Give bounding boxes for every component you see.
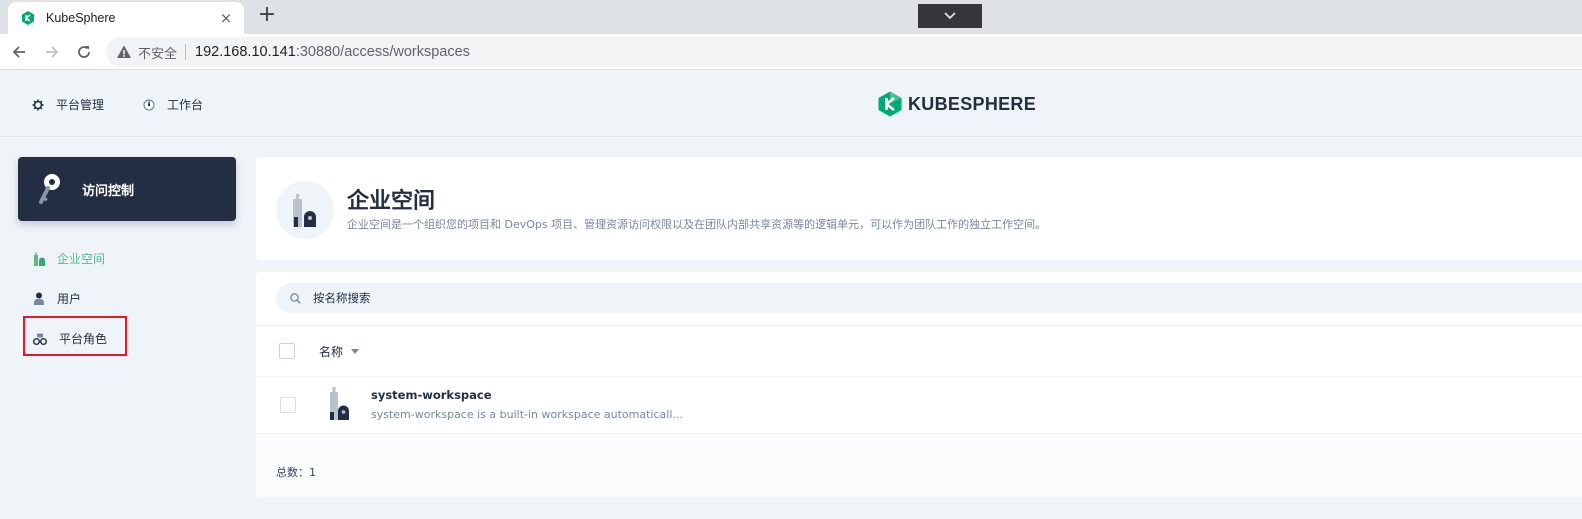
- search-input[interactable]: [313, 291, 713, 305]
- access-control-title: 访问控制: [82, 183, 135, 199]
- logo-text: KUBESPHERE: [908, 93, 1037, 114]
- user-icon: [34, 292, 44, 305]
- url-host: 192.168.10.141: [195, 44, 296, 60]
- table-footer: 总数：1: [256, 435, 1582, 497]
- browser-address-bar: 不安全 192.168.10.141:30880/access/workspac…: [0, 34, 1582, 70]
- reload-button[interactable]: [72, 40, 96, 64]
- tab-title: KubeSphere: [46, 11, 116, 25]
- page-banner: 企业空间 企业空间是一个组织您的项目和 DevOps 项目、管理资源访问权限以及…: [256, 157, 1582, 260]
- warning-icon[interactable]: [116, 44, 132, 60]
- kubesphere-logo-icon: [878, 91, 902, 117]
- nav-label: 平台管理: [56, 98, 105, 112]
- name-column-header[interactable]: 名称: [319, 343, 360, 360]
- table-row[interactable]: system-workspace system-workspace is a b…: [256, 377, 1582, 434]
- close-tab-icon[interactable]: ×: [218, 9, 234, 27]
- gear-icon: [32, 99, 44, 110]
- url-field[interactable]: 不安全 192.168.10.141:30880/access/workspac…: [106, 37, 1582, 67]
- not-secure-label: 不安全: [138, 46, 178, 62]
- workspace-list-card: 名称 system-workspace system-workspace is …: [256, 272, 1582, 497]
- new-tab-button[interactable]: +: [255, 4, 279, 28]
- kubesphere-logo[interactable]: KUBESPHERE: [878, 91, 1036, 117]
- table-header: 名称: [256, 325, 1582, 377]
- total-count: 总数：1: [276, 466, 316, 479]
- highlight-annotation-box: [23, 316, 127, 356]
- row-checkbox[interactable]: [280, 397, 296, 413]
- browser-tab-bar: KubeSphere × +: [0, 0, 1582, 34]
- access-control-card: 访问控制: [18, 157, 236, 221]
- chevron-down-icon: [944, 12, 956, 20]
- forward-button[interactable]: [40, 40, 64, 64]
- sidebar-item-users[interactable]: 用户: [33, 290, 81, 307]
- kubesphere-favicon-icon: [20, 10, 36, 26]
- divider: [185, 44, 187, 60]
- sidebar-item-label: 用户: [57, 292, 82, 306]
- page-title: 企业空间: [347, 189, 436, 214]
- url-path: :30880/access/workspaces: [295, 44, 470, 60]
- nav-workbench[interactable]: 工作台: [143, 96, 203, 113]
- arrow-left-icon: [12, 46, 25, 58]
- key-icon: [39, 174, 60, 204]
- arrow-right-icon: [46, 46, 59, 58]
- reload-icon: [78, 46, 90, 58]
- search-icon: [290, 292, 301, 304]
- nav-label: 工作台: [167, 98, 204, 112]
- select-all-checkbox[interactable]: [279, 343, 295, 359]
- nav-platform-management[interactable]: 平台管理: [32, 96, 104, 113]
- app-header: 平台管理 工作台 KUBESPHERE: [0, 70, 1582, 137]
- column-label: 名称: [319, 345, 344, 359]
- workspace-description: system-workspace is a built-in workspace…: [371, 408, 683, 421]
- sidebar-item-label: 企业空间: [57, 252, 106, 266]
- search-bar[interactable]: [276, 283, 1582, 313]
- sidebar-item-workspaces[interactable]: 企业空间: [33, 250, 105, 267]
- browser-tab[interactable]: KubeSphere ×: [8, 2, 244, 34]
- workspace-icon: [34, 252, 45, 266]
- back-button[interactable]: [7, 40, 31, 64]
- page-description: 企业空间是一个组织您的项目和 DevOps 项目、管理资源访问权限以及在团队内部…: [347, 218, 1047, 231]
- workspace-name-link[interactable]: system-workspace: [371, 388, 492, 402]
- workspace-icon: [326, 386, 354, 428]
- tab-search-button[interactable]: [918, 4, 982, 28]
- dashboard-icon: [143, 98, 155, 111]
- sort-caret-icon: [351, 349, 360, 354]
- workspace-banner-icon: [276, 181, 334, 239]
